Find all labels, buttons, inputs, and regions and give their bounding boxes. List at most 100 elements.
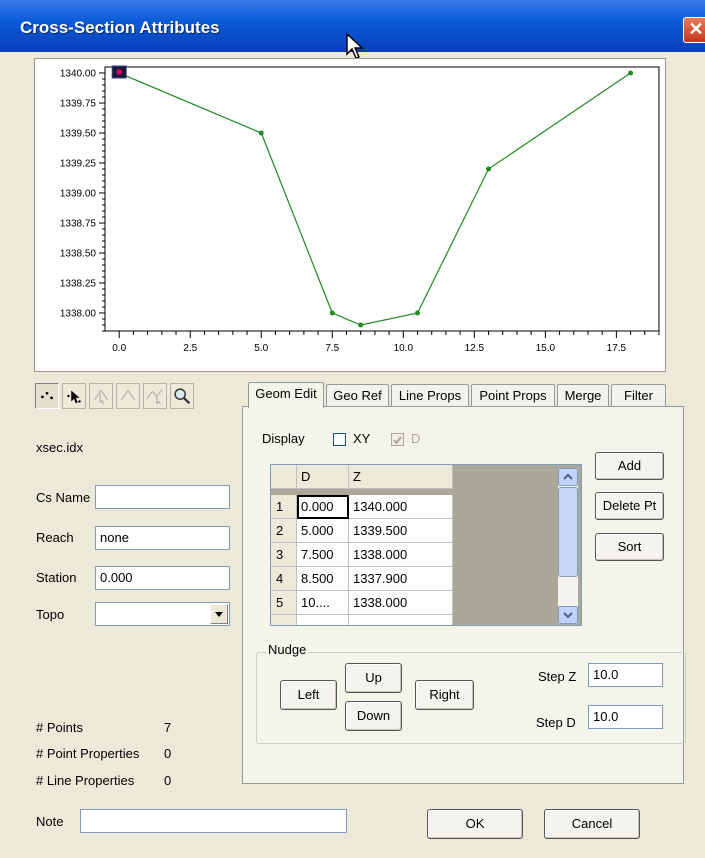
tab-geom-edit[interactable]: Geom Edit <box>248 382 324 408</box>
table-row-header[interactable]: 1 <box>271 495 297 519</box>
line-properties-count-value: 0 <box>164 773 172 788</box>
topo-dropdown[interactable] <box>95 602 230 626</box>
x-tick-label: 12.5 <box>465 343 485 354</box>
select-points-tool-icon[interactable] <box>35 383 59 409</box>
move-point-tool-icon[interactable] <box>62 383 86 409</box>
cross-section-chart[interactable]: 1340.00 1339.75 1339.50 1339.25 1339.00 1338.… <box>34 58 666 372</box>
scroll-thumb[interactable] <box>558 487 578 577</box>
points-count-value: 7 <box>164 720 172 735</box>
note-label: Note <box>36 814 64 829</box>
reach-label: Reach <box>36 530 74 545</box>
tab-filter[interactable]: Filter <box>611 384 666 408</box>
step-d-field[interactable]: 10.0 <box>588 705 663 729</box>
plot-area[interactable] <box>104 66 660 332</box>
table-row-header[interactable]: 3 <box>271 543 297 567</box>
nudge-down-button[interactable]: Down <box>345 701 402 731</box>
cell-z[interactable]: 1338.000 <box>349 591 453 615</box>
xy-checkbox[interactable] <box>333 433 346 446</box>
reach-field[interactable]: none <box>95 526 230 550</box>
chevron-down-icon[interactable] <box>210 604 228 624</box>
d-checkbox[interactable] <box>391 433 404 446</box>
cell-d[interactable]: 0.000 <box>297 495 349 519</box>
tab-geo-ref[interactable]: Geo Ref <box>326 384 389 408</box>
file-name-label: xsec.idx <box>36 440 83 455</box>
y-tick-label: 1338.75 <box>60 219 97 230</box>
add-button[interactable]: Add <box>595 452 664 480</box>
data-point[interactable] <box>358 322 364 328</box>
delete-point-button[interactable]: Delete Pt <box>595 492 664 520</box>
display-label: Display <box>262 431 305 446</box>
tab-point-props[interactable]: Point Props <box>471 384 555 408</box>
table-row-header <box>271 615 297 625</box>
data-point[interactable] <box>258 130 264 136</box>
table-corner <box>271 465 297 489</box>
data-point[interactable] <box>486 166 492 172</box>
point-properties-count-label: # Point Properties <box>36 746 140 761</box>
cell-z[interactable]: 1337.900 <box>349 567 453 591</box>
selected-data-point[interactable] <box>116 69 123 75</box>
nudge-left-button[interactable]: Left <box>280 680 337 710</box>
y-tick-label: 1339.00 <box>60 189 97 200</box>
window-title: Cross-Section Attributes <box>20 18 220 37</box>
cell-z[interactable]: 1339.500 <box>349 519 453 543</box>
y-tick-label: 1338.25 <box>60 279 97 290</box>
x-tick-label: 10.0 <box>394 343 414 354</box>
data-point[interactable] <box>628 70 634 76</box>
table-row-header[interactable]: 2 <box>271 519 297 543</box>
cell-d <box>297 615 349 625</box>
cell-d[interactable]: 5.000 <box>297 519 349 543</box>
close-icon[interactable]: ✕ <box>683 17 705 43</box>
cs-name-field[interactable] <box>95 485 230 509</box>
cell-z[interactable]: 1340.000 <box>349 495 453 519</box>
cell-d[interactable]: 8.500 <box>297 567 349 591</box>
y-tick-label: 1340.00 <box>60 69 97 80</box>
scroll-down-icon[interactable] <box>558 606 578 624</box>
cancel-button[interactable]: Cancel <box>544 809 640 839</box>
edit-toolbar <box>35 383 225 411</box>
cs-name-label: Cs Name <box>36 490 91 505</box>
y-tick-label: 1339.75 <box>60 99 97 110</box>
ok-button[interactable]: OK <box>427 809 523 839</box>
nudge-right-button[interactable]: Right <box>415 680 474 710</box>
column-header-d[interactable]: D <box>297 465 349 489</box>
data-point[interactable] <box>329 310 335 316</box>
table-row-header[interactable]: 4 <box>271 567 297 591</box>
cell-d[interactable]: 7.500 <box>297 543 349 567</box>
points-table[interactable]: D Z 1 0.000 1340.000 2 5.000 1339.500 3 … <box>270 464 582 626</box>
topo-label: Topo <box>36 607 65 622</box>
x-tick-label: 7.5 <box>325 343 339 354</box>
scroll-up-icon[interactable] <box>558 468 578 486</box>
d-checkbox-label: D <box>411 431 421 446</box>
y-tick-label: 1338.50 <box>60 249 97 260</box>
chart-canvas[interactable]: 1340.00 1339.75 1339.50 1339.25 1339.00 1338.… <box>35 59 667 373</box>
station-field[interactable]: 0.000 <box>95 566 230 590</box>
table-row-header[interactable]: 5 <box>271 591 297 615</box>
table-scrollbar[interactable] <box>558 468 578 624</box>
cell-z <box>349 615 453 625</box>
x-tick-label: 0.0 <box>112 343 126 354</box>
step-z-field[interactable]: 10.0 <box>588 663 663 687</box>
x-tick-label: 17.5 <box>607 343 627 354</box>
y-tick-label: 1339.50 <box>60 129 97 140</box>
zoom-icon[interactable] <box>170 383 194 409</box>
x-tick-label: 2.5 <box>183 343 197 354</box>
cell-z[interactable]: 1338.000 <box>349 543 453 567</box>
sort-button[interactable]: Sort <box>595 533 664 561</box>
insert-point-tool-icon[interactable] <box>89 383 113 409</box>
line-properties-count-label: # Line Properties <box>36 773 135 788</box>
xy-checkbox-label: XY <box>353 431 371 446</box>
column-header-z[interactable]: Z <box>349 465 453 489</box>
x-tick-label: 5.0 <box>254 343 268 354</box>
line-select-tool-icon[interactable] <box>143 383 167 409</box>
y-tick-label: 1339.25 <box>60 159 97 170</box>
nudge-up-button[interactable]: Up <box>345 663 402 693</box>
tab-merge[interactable]: Merge <box>557 384 609 408</box>
step-z-label: Step Z <box>538 669 577 684</box>
note-field[interactable] <box>80 809 347 833</box>
peak-tool-icon[interactable] <box>116 383 140 409</box>
station-label: Station <box>36 570 77 585</box>
checkmark-icon <box>393 436 402 445</box>
tab-line-props[interactable]: Line Props <box>391 384 469 408</box>
cell-d[interactable]: 10.... <box>297 591 349 615</box>
data-point[interactable] <box>415 310 421 316</box>
